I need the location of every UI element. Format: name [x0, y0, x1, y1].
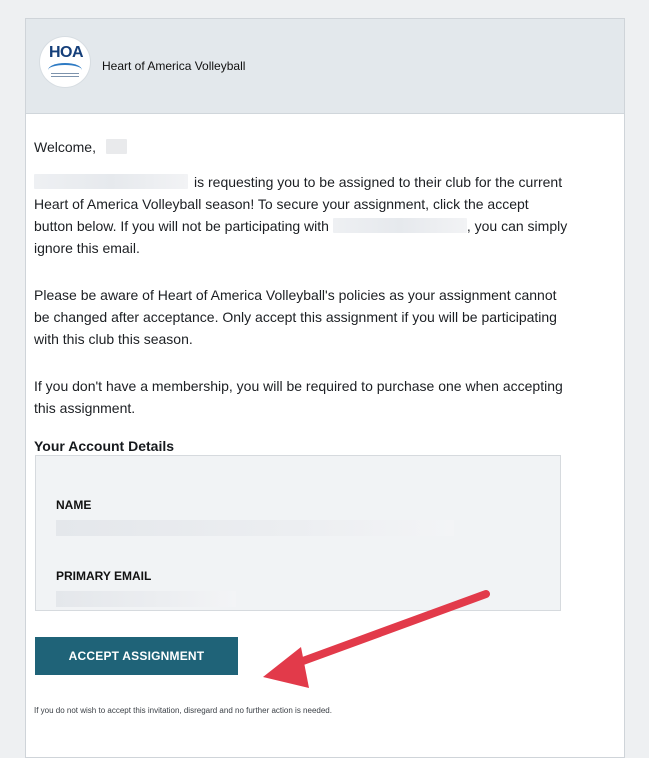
welcome-text: Welcome, [34, 139, 96, 155]
membership-paragraph: If you don't have a membership, you will… [34, 378, 563, 416]
redacted-club-name [332, 218, 467, 233]
logo-swoosh-icon [48, 63, 82, 77]
account-details-box: NAME PRIMARY EMAIL [35, 455, 561, 611]
logo-text: HOA [49, 44, 84, 61]
name-label: NAME [56, 498, 92, 512]
policy-paragraph: Please be aware of Heart of America Voll… [34, 287, 557, 347]
request-paragraph: is requesting you to be assigned to thei… [34, 171, 569, 259]
redacted-email-value [56, 591, 236, 607]
accept-assignment-button[interactable]: ACCEPT ASSIGNMENT [35, 637, 238, 675]
redacted-recipient-name [106, 139, 128, 154]
redacted-name-value [56, 520, 454, 536]
primary-email-label: PRIMARY EMAIL [56, 569, 152, 583]
redacted-club-name [34, 174, 188, 189]
footer-note: If you do not wish to accept this invita… [34, 706, 332, 715]
hoa-logo: HOA [40, 37, 90, 87]
email-header: HOA Heart of America Volleyball [26, 19, 624, 114]
logo-line-icon [51, 73, 79, 74]
org-name: Heart of America Volleyball [102, 59, 246, 73]
logo-line-icon [51, 76, 79, 77]
welcome-line: Welcome, [34, 136, 128, 158]
account-details-heading: Your Account Details [34, 438, 175, 454]
